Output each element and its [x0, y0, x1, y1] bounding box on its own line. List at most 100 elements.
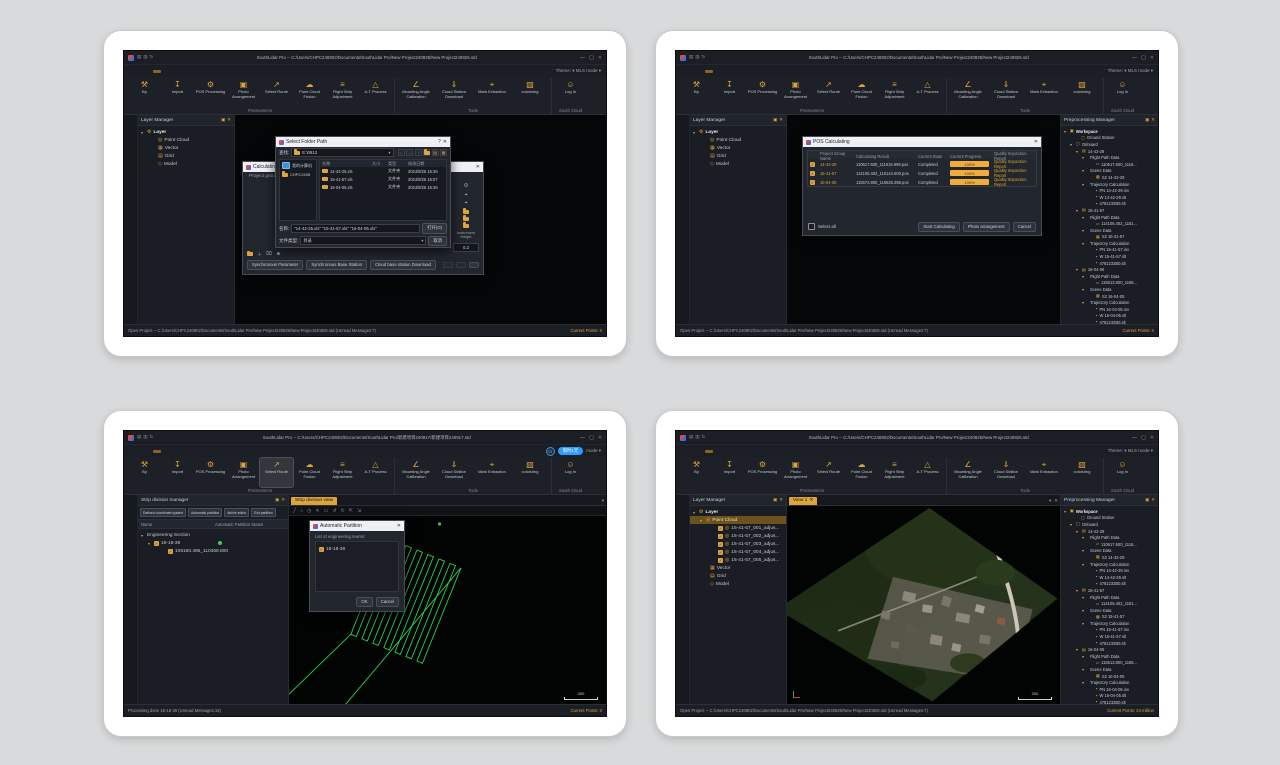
ribbon-button[interactable]: ☺Log In [1106, 78, 1139, 107]
preproc-tree-item[interactable]: ▱110617.600_1116... [1061, 541, 1158, 548]
chevron-down-icon[interactable]: ▾ [1082, 680, 1086, 685]
checkbox[interactable] [319, 547, 324, 552]
theme-selector[interactable]: mode ▾ [586, 448, 601, 454]
chevron-down-icon[interactable]: ▾ [1070, 522, 1074, 527]
back-icon[interactable]: ← [398, 149, 405, 156]
column-header[interactable]: Automatic Partition Status [215, 522, 285, 527]
preproc-tree-item[interactable]: ▾▤14-42-29 [1061, 528, 1158, 535]
chevron-down-icon[interactable]: ▾ [1076, 208, 1080, 213]
column-header[interactable]: Current Progress [950, 154, 994, 159]
open-button[interactable]: 打开(O) [422, 223, 447, 233]
column-header[interactable]: 名称 [322, 161, 372, 167]
chevron-down-icon[interactable]: ▾ [141, 533, 145, 538]
ribbon-button[interactable]: ▨colorizing [1063, 78, 1101, 107]
checkbox[interactable] [154, 541, 159, 546]
promo-button[interactable]: 限时1元 [558, 447, 584, 454]
detail-view-icon[interactable]: ▦ [440, 149, 447, 156]
drawing-tool-icon[interactable]: ◷ [307, 508, 311, 514]
ribbon-button[interactable]: △A-T Process [359, 78, 392, 107]
ribbon-button[interactable]: ⚒By [128, 458, 161, 487]
drawing-tool-icon[interactable]: ↻ [341, 508, 345, 514]
close-icon[interactable]: ✕ [1151, 497, 1155, 503]
antenna-icon[interactable]: ⌖ [464, 201, 467, 207]
preproc-tree-item[interactable]: ▢Ground Station [1061, 135, 1158, 142]
strip-tree-item[interactable]: 108160.495_110368.800 [138, 547, 288, 555]
forward-icon[interactable]: → [406, 149, 413, 156]
close-button[interactable]: ✕ [598, 435, 602, 441]
chevron-down-icon[interactable]: ▾ [1082, 215, 1086, 220]
quick-access-icon[interactable]: ↻ [150, 55, 154, 60]
folder-icon[interactable] [463, 224, 469, 228]
antenna-icon[interactable]: ⌖ [464, 193, 467, 199]
preproc-tree-item[interactable]: ▾Flight Path Data [1061, 154, 1158, 161]
new-folder-icon[interactable] [423, 149, 430, 156]
ribbon-button[interactable]: ≡Flight Strip Adjustment [326, 78, 359, 107]
file-row[interactable]: 15-41-57.xls文件夹2024/8/26 15:07 [320, 175, 446, 183]
column-header[interactable]: 类型 [388, 161, 408, 167]
menu-item[interactable] [705, 70, 713, 73]
pin-icon[interactable]: ▣ [773, 117, 777, 123]
close-icon[interactable]: ✕ [397, 524, 401, 529]
chevron-down-icon[interactable]: ▾ [1082, 300, 1086, 305]
chevron-down-icon[interactable]: ▾ [1070, 142, 1074, 147]
chevron-down-icon[interactable]: ▾ [1076, 647, 1080, 652]
preproc-tree-item[interactable]: ▾Scene Data [1061, 607, 1158, 614]
close-icon[interactable]: ✕ [476, 165, 480, 170]
preproc-tree-item[interactable]: ▪PN 16-04-05.inv [1061, 306, 1158, 313]
layer-tree-item[interactable]: ◎15-41-57_005_adjus... [690, 556, 786, 564]
pin-icon[interactable]: ▣ [275, 497, 279, 503]
chevron-down-icon[interactable]: ▾ [1064, 509, 1068, 514]
preproc-tree-item[interactable]: ▪W 15-41-57.slt [1061, 253, 1158, 260]
plus-icon[interactable]: ＋ [257, 251, 262, 258]
pin-icon[interactable]: ▣ [1145, 497, 1149, 503]
cancel-button[interactable]: Cancel [376, 597, 399, 607]
user-icon[interactable]: ☻ [276, 251, 281, 257]
drawing-tool-icon[interactable]: ⇱ [349, 508, 353, 514]
ribbon-button[interactable]: ⌖Mark Extraction [1025, 458, 1063, 487]
pin-icon[interactable]: ▣ [773, 497, 777, 503]
ribbon-button[interactable]: △A-T Process [911, 78, 944, 107]
chevron-down-icon[interactable]: ▾ [1082, 228, 1086, 233]
quick-access-icon[interactable]: ▥ [143, 55, 147, 60]
ribbon-button[interactable]: ⇓Cloud Station Download [435, 458, 473, 487]
preproc-tree-item[interactable]: ▱115513.800_1165... [1061, 660, 1158, 667]
chevron-down-icon[interactable]: ▾ [700, 518, 704, 523]
preproc-tree-item[interactable]: ▾▤16-04-05 [1061, 266, 1158, 273]
chevron-down-icon[interactable]: ▾ [693, 510, 697, 515]
column-header[interactable]: Calculating Result [856, 154, 918, 159]
chevron-down-icon[interactable]: ▾ [1082, 608, 1086, 613]
theme-selector[interactable]: Theme: ▾ MLS mode ▾ [1108, 448, 1153, 454]
quick-access-icon[interactable]: ↻ [702, 55, 706, 60]
preproc-tree-item[interactable]: ▦S2 14-42-29 [1061, 554, 1158, 561]
preproc-tree-item[interactable]: ▪4781232B0.slt [1061, 319, 1158, 324]
drawing-tool-icon[interactable]: ▭ [324, 508, 329, 514]
menu-item[interactable] [153, 450, 161, 453]
quick-access-icon[interactable]: ↻ [702, 435, 706, 440]
ribbon-button[interactable]: ⚒By [680, 78, 713, 107]
team-item[interactable]: 18-18-39 [319, 545, 395, 553]
ribbon-button[interactable]: ≡Flight Strip Adjustment [878, 458, 911, 487]
preproc-tree-item[interactable]: ▾Scene Data [1061, 666, 1158, 673]
ribbon-button[interactable]: ≡Flight Strip Adjustment [878, 78, 911, 107]
checkbox[interactable] [168, 549, 173, 554]
preproc-tree-item[interactable]: ▾Flight Path Data [1061, 273, 1158, 280]
ribbon-button[interactable]: ∠Mounting Angle Calibration [949, 458, 987, 487]
ribbon-button[interactable]: ▣Photo Arrangement [227, 458, 260, 487]
dialog-button[interactable]: Start Calculating [918, 222, 960, 232]
strip-manager-button[interactable]: Exit partition [251, 508, 276, 517]
orthophoto-view[interactable]: 200 [787, 506, 1060, 704]
quick-access-icon[interactable]: ▤ [137, 435, 141, 440]
ribbon-button[interactable]: ∠Mounting Angle Calibration [397, 78, 435, 107]
quick-access-icon[interactable]: ▥ [695, 55, 699, 60]
maximize-button[interactable]: ▢ [589, 55, 594, 61]
column-header[interactable]: 大小 [372, 161, 388, 167]
drawing-tool-icon[interactable]: ○ [300, 508, 303, 514]
preproc-tree-item[interactable]: ▾Flight Path Data [1061, 214, 1158, 221]
preproc-tree-item[interactable]: ▾▤14-42-29 [1061, 148, 1158, 155]
preproc-tree-item[interactable]: ▱115513.800_1165... [1061, 280, 1158, 287]
preproc-tree-item[interactable]: ▱114105.402_1151... [1061, 220, 1158, 227]
minimize-button[interactable]: — [580, 55, 585, 61]
ribbon-button[interactable]: ⚙POS Processing [194, 458, 227, 487]
ribbon-button[interactable]: ▨colorizing [511, 78, 549, 107]
dialog-button[interactable]: Synchronous Base Station [306, 260, 367, 270]
